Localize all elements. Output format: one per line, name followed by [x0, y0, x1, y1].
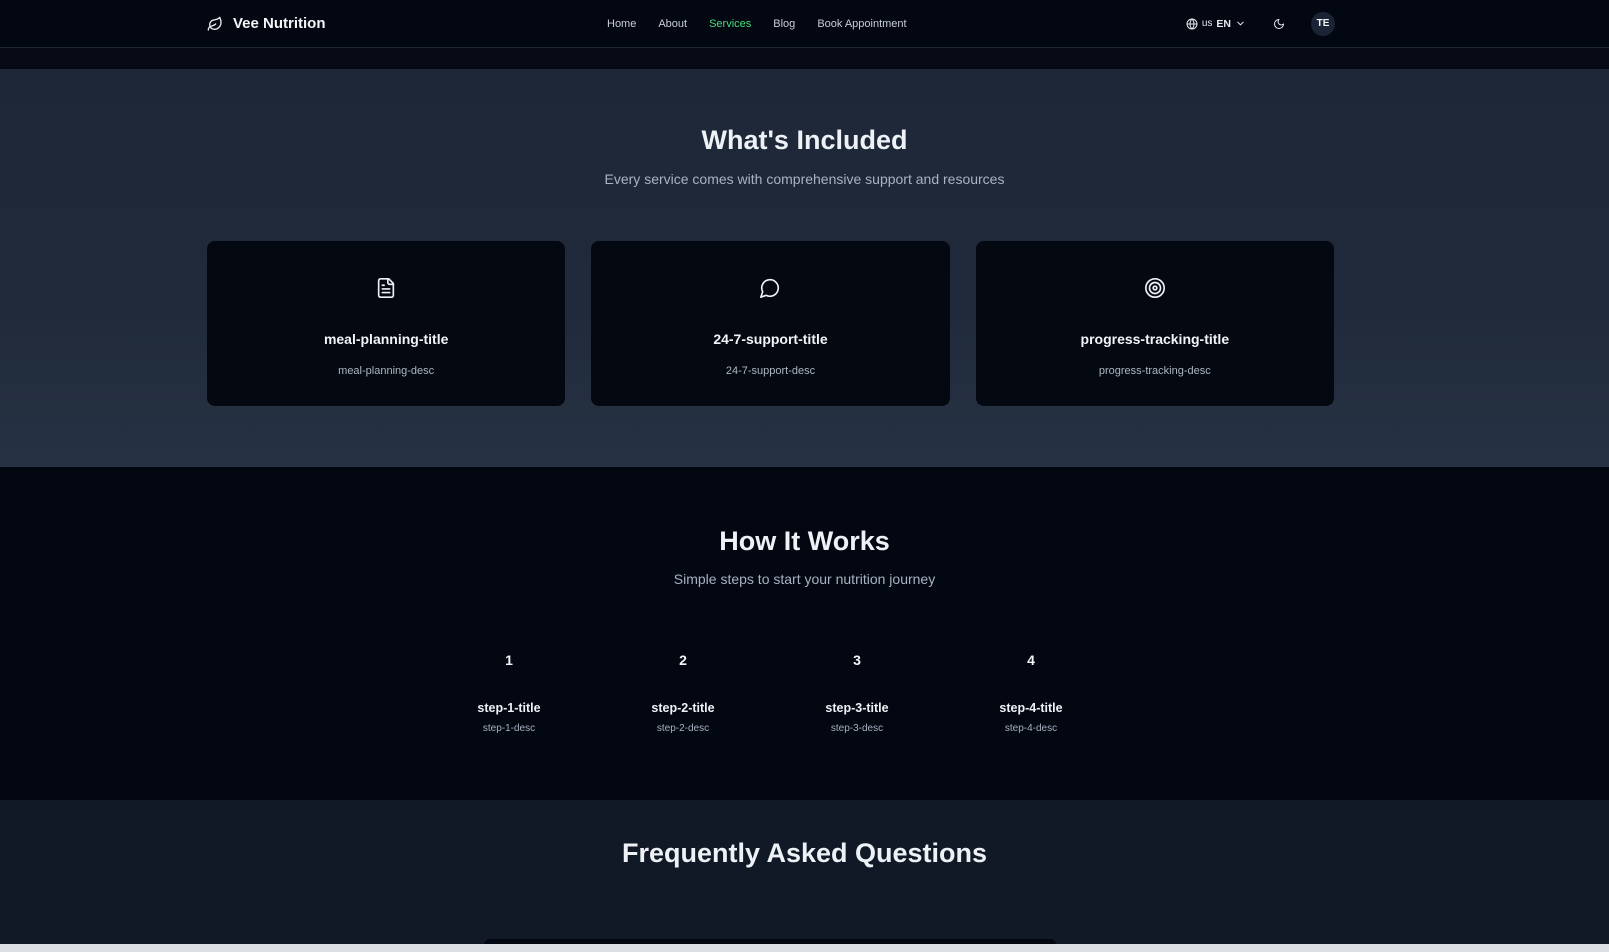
step-item: 1 step-1-title step-1-desc — [449, 652, 569, 734]
faq-title: Frequently Asked Questions — [621, 838, 988, 868]
step-item: 3 step-3-title step-3-desc — [797, 652, 917, 734]
navbar-inner: Vee Nutrition Home About Services Blog B… — [207, 0, 1335, 47]
page: Vee Nutrition Home About Services Blog B… — [0, 0, 1609, 952]
step-number: 1 — [505, 652, 513, 668]
hero-bottom-edge — [0, 48, 1609, 69]
how-it-works-section: How It Works Simple steps to start your … — [0, 467, 1609, 800]
whats-included-section: What's Included Every service comes with… — [0, 69, 1609, 467]
step-title: step-1-title — [477, 701, 541, 715]
card-title: 24-7-support-title — [713, 331, 828, 347]
chat-bubble-icon — [759, 277, 781, 299]
brand-name: Vee Nutrition — [233, 15, 326, 32]
card-title: meal-planning-title — [323, 331, 449, 347]
faq-section: Frequently Asked Questions — [0, 800, 1609, 947]
brand-logo-link[interactable]: Vee Nutrition — [207, 15, 326, 32]
language-flag: us — [1201, 18, 1213, 29]
step-title: step-4-title — [999, 701, 1063, 715]
document-icon — [375, 277, 397, 299]
target-icon — [1144, 277, 1166, 299]
nav-link-book-appointment[interactable]: Book Appointment — [817, 18, 906, 30]
step-desc: step-3-desc — [830, 723, 884, 734]
card-desc: 24-7-support-desc — [725, 365, 816, 377]
chevron-down-icon — [1235, 18, 1247, 30]
how-title: How It Works — [719, 526, 890, 556]
nav-link-home[interactable]: Home — [607, 18, 636, 30]
language-code: EN — [1216, 17, 1231, 30]
card-desc: meal-planning-desc — [338, 365, 435, 377]
nav-link-blog[interactable]: Blog — [773, 18, 795, 30]
step-item: 2 step-2-title step-2-desc — [623, 652, 743, 734]
included-subtitle: Every service comes with comprehensive s… — [604, 171, 1005, 187]
nav-link-about[interactable]: About — [658, 18, 687, 30]
nav-right-controls: us EN TE — [1186, 11, 1335, 36]
step-number: 4 — [1027, 652, 1035, 668]
step-desc: step-1-desc — [482, 723, 536, 734]
main-nav: Home About Services Blog Book Appointmen… — [607, 0, 907, 47]
included-card-meal-planning: meal-planning-title meal-planning-desc — [207, 241, 566, 406]
step-number: 2 — [679, 652, 687, 668]
step-number: 3 — [853, 652, 861, 668]
card-desc: progress-tracking-desc — [1098, 365, 1211, 377]
step-desc: step-4-desc — [1004, 723, 1058, 734]
nav-link-services[interactable]: Services — [709, 18, 751, 30]
browser-bottom-edge — [0, 944, 1609, 952]
leaf-icon — [207, 16, 223, 32]
card-title: progress-tracking-title — [1080, 331, 1230, 347]
user-avatar[interactable]: TE — [1311, 11, 1335, 36]
step-item: 4 step-4-title step-4-desc — [971, 652, 1091, 734]
included-cards: meal-planning-title meal-planning-desc 2… — [207, 241, 1334, 406]
moon-icon[interactable] — [1273, 18, 1285, 30]
step-title: step-2-title — [651, 701, 715, 715]
step-title: step-3-title — [825, 701, 889, 715]
included-card-progress-tracking: progress-tracking-title progress-trackin… — [975, 241, 1334, 406]
included-title: What's Included — [701, 125, 908, 155]
included-card-24-7-support: 24-7-support-title 24-7-support-desc — [591, 241, 950, 406]
step-desc: step-2-desc — [656, 723, 710, 734]
language-selector[interactable]: us EN — [1186, 18, 1247, 30]
how-subtitle: Simple steps to start your nutrition jou… — [673, 571, 936, 587]
globe-icon — [1186, 18, 1198, 30]
top-navbar: Vee Nutrition Home About Services Blog B… — [0, 0, 1609, 48]
